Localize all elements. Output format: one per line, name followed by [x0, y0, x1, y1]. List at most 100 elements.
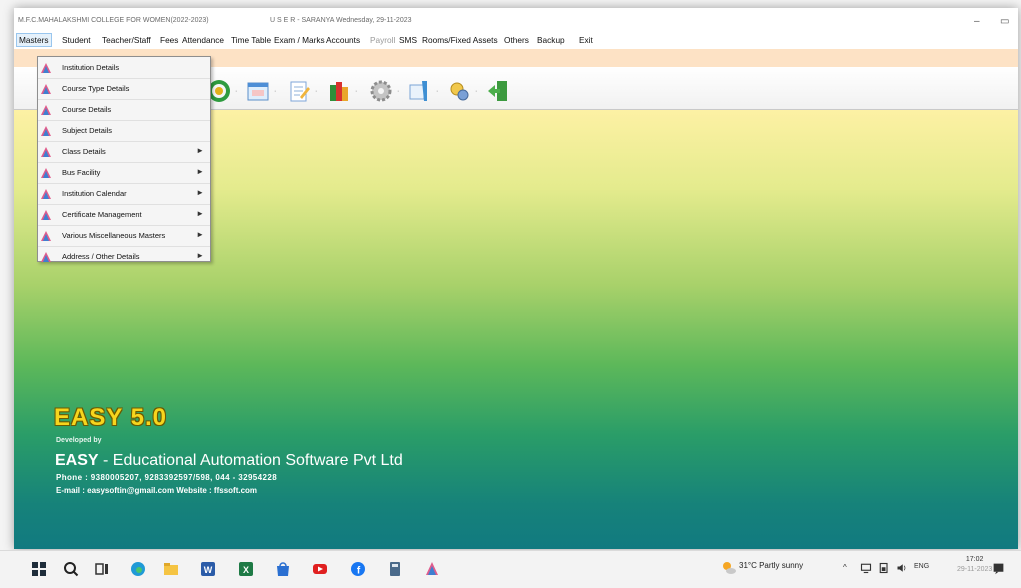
submenu-arrow-icon: ► [196, 167, 204, 176]
menu-item-label: Subject Details [62, 126, 113, 135]
svg-text:W: W [204, 565, 213, 575]
menu-item-subject-details[interactable]: Subject Details [38, 120, 210, 142]
menu-item-label: Course Type Details [62, 84, 130, 93]
menu-exit[interactable]: Exit [579, 35, 593, 45]
youtube-icon[interactable] [312, 561, 328, 577]
developed-by-label: Developed by [56, 437, 102, 444]
app-window: M.F.C.MAHALAKSHMI COLLEGE FOR WOMEN(2022… [14, 8, 1018, 549]
edge-browser-icon[interactable] [130, 561, 146, 577]
submenu-arrow-icon: ► [196, 251, 204, 260]
menu-item-icon [41, 105, 51, 115]
menu-item-icon [41, 210, 51, 220]
menu-exam-marks[interactable]: Exam / Marks [274, 35, 325, 45]
menu-item-icon [41, 63, 51, 73]
masters-dropdown-menu: Institution Details Course Type Details … [37, 56, 211, 262]
submenu-arrow-icon: ► [196, 188, 204, 197]
menu-item-label: Class Details [62, 147, 106, 156]
menu-item-label: Various Miscellaneous Masters [62, 231, 166, 240]
toolbar-dropdown-arrow[interactable]: · [235, 88, 237, 95]
toolbar-dropdown-arrow[interactable]: · [397, 88, 399, 95]
menu-item-icon [41, 231, 51, 241]
calculator-icon[interactable] [387, 561, 403, 577]
excel-icon[interactable]: X [238, 561, 254, 577]
windows-start-icon[interactable] [31, 561, 47, 577]
menu-accounts[interactable]: Accounts [326, 35, 360, 45]
menu-item-label: Course Details [62, 105, 112, 114]
email-website-label: E-mail : easysoftin@gmail.com Website : … [56, 486, 258, 495]
menu-item-label: Institution Calendar [62, 189, 127, 198]
menu-fees[interactable]: Fees [160, 35, 178, 45]
toolbar-dropdown-arrow[interactable]: · [355, 88, 357, 95]
menu-sms[interactable]: SMS [399, 35, 417, 45]
tools-icon[interactable] [447, 79, 471, 103]
submenu-arrow-icon: ► [196, 209, 204, 218]
battery-icon[interactable] [878, 562, 890, 574]
menu-item-class-details[interactable]: Class Details ► [38, 141, 210, 163]
exit-door-icon[interactable] [486, 79, 510, 103]
submenu-arrow-icon: ► [196, 230, 204, 239]
menu-item-institution-calendar[interactable]: Institution Calendar ► [38, 183, 210, 205]
menu-item-bus-facility[interactable]: Bus Facility ► [38, 162, 210, 184]
weather-label[interactable]: 31°C Partly sunny [739, 561, 803, 570]
weather-icon[interactable] [721, 560, 737, 576]
menu-item-icon [41, 168, 51, 178]
company-name: EASY - Educational Automation Software P… [55, 452, 403, 470]
network-icon[interactable] [860, 562, 872, 574]
menu-item-icon [41, 147, 51, 157]
toolbar-dropdown-arrow[interactable]: · [274, 88, 276, 95]
menu-student[interactable]: Student [62, 35, 91, 45]
system-clock[interactable]: 17:02 29-11-2023 [957, 555, 992, 575]
menu-item-certificate-management[interactable]: Certificate Management ► [38, 204, 210, 226]
search-icon[interactable] [63, 561, 79, 577]
facebook-icon[interactable]: f [350, 561, 366, 577]
maximize-button[interactable]: ▭ [1000, 16, 1009, 27]
tray-overflow-icon[interactable]: ^ [843, 563, 847, 572]
notification-icon[interactable] [992, 562, 1005, 575]
menu-item-icon [41, 84, 51, 94]
menu-others[interactable]: Others [504, 35, 529, 45]
taskbar: W X f 31°C Partly sunny ^ ENG 17:02 29-1… [0, 550, 1021, 588]
menu-item-address-other-details[interactable]: Address / Other Details ► [38, 246, 210, 267]
menu-item-label: Bus Facility [62, 168, 101, 177]
gear-icon[interactable] [369, 79, 393, 103]
report-icon[interactable] [407, 79, 431, 103]
window-title: M.F.C.MAHALAKSHMI COLLEGE FOR WOMEN(2022… [18, 17, 209, 24]
task-view-icon[interactable] [94, 561, 110, 577]
clock-time: 17:02 [965, 556, 984, 563]
title-bar: M.F.C.MAHALAKSHMI COLLEGE FOR WOMEN(2022… [14, 8, 1018, 30]
notepad-icon[interactable] [287, 79, 311, 103]
menu-payroll: Payroll [370, 35, 396, 45]
menu-item-label: Certificate Management [62, 210, 142, 219]
svg-text:X: X [243, 565, 249, 575]
menu-bar: Masters Student Teacher/Staff Fees Atten… [14, 32, 1018, 48]
calendar-icon[interactable] [246, 79, 270, 103]
menu-item-label: Institution Details [62, 63, 120, 72]
menu-masters[interactable]: Masters [16, 33, 52, 47]
menu-rooms-fixed-assets[interactable]: Rooms/Fixed Assets [422, 35, 498, 45]
minimize-button[interactable]: – [974, 16, 980, 27]
file-explorer-icon[interactable] [163, 561, 179, 577]
language-indicator[interactable]: ENG [914, 563, 929, 570]
menu-time-table[interactable]: Time Table [231, 35, 271, 45]
menu-item-label: Address / Other Details [62, 252, 140, 261]
menu-item-course-details[interactable]: Course Details [38, 99, 210, 121]
easy-app-icon[interactable] [424, 561, 440, 577]
clock-date: 29-11-2023 [957, 566, 993, 573]
toolbar-dropdown-arrow[interactable]: · [436, 88, 438, 95]
menu-item-misc-masters[interactable]: Various Miscellaneous Masters ► [38, 225, 210, 247]
word-icon[interactable]: W [200, 561, 216, 577]
company-name-rest: - Educational Automation Software Pvt Lt… [98, 452, 403, 469]
volume-icon[interactable] [896, 562, 908, 574]
toolbar-dropdown-arrow[interactable]: · [315, 88, 317, 95]
menu-teacher-staff[interactable]: Teacher/Staff [102, 35, 151, 45]
menu-backup[interactable]: Backup [537, 35, 565, 45]
menu-item-course-type-details[interactable]: Course Type Details [38, 78, 210, 100]
submenu-arrow-icon: ► [196, 146, 204, 155]
menu-item-icon [41, 189, 51, 199]
menu-item-institution-details[interactable]: Institution Details [38, 57, 210, 79]
store-icon[interactable] [275, 561, 291, 577]
menu-attendance[interactable]: Attendance [182, 35, 224, 45]
books-icon[interactable] [327, 79, 351, 103]
toolbar-dropdown-arrow[interactable]: · [475, 88, 477, 95]
user-date-label: U S E R - SARANYA Wednesday, 29-11-2023 [270, 17, 412, 24]
